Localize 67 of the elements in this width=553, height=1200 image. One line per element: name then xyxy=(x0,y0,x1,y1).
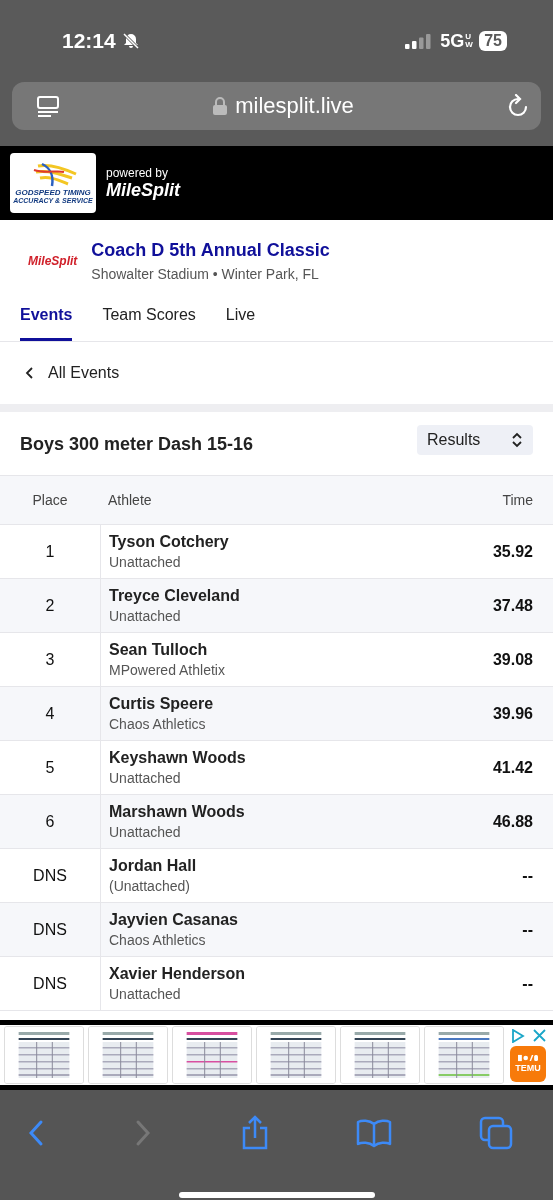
place-cell: 6 xyxy=(0,795,101,848)
place-cell: 4 xyxy=(0,687,101,740)
view-select[interactable]: Results xyxy=(417,424,533,455)
tab[interactable]: Team Scores xyxy=(102,296,196,341)
team-name: Unattached xyxy=(109,608,182,624)
column-header: Athlete xyxy=(107,492,153,508)
reader-icon[interactable] xyxy=(36,94,60,118)
meet-location: Showalter Stadium • Winter Park, FL xyxy=(91,266,320,282)
place-cell: 1 xyxy=(0,525,101,578)
battery-indicator: 75 xyxy=(479,31,507,51)
sponsor-name: GODSPEED TIMING xyxy=(15,188,91,197)
athlete-name[interactable]: Sean Tulloch xyxy=(109,641,453,659)
time-cell-text: 39.08 xyxy=(491,649,534,670)
place-cell: DNS xyxy=(0,957,101,1010)
brand-logo: MileSplit xyxy=(106,179,180,201)
reload-icon[interactable] xyxy=(507,94,529,118)
time-cell-text: -- xyxy=(521,973,534,994)
signal-icon xyxy=(405,33,433,49)
column-header: Place xyxy=(31,492,69,508)
time-cell-text: 35.92 xyxy=(491,541,534,562)
team-name: Chaos Athletics xyxy=(109,932,207,948)
place-cell: 2 xyxy=(0,579,101,632)
bell-slash-icon xyxy=(121,32,140,50)
place-cell: 3 xyxy=(0,633,101,686)
team-name: (Unattached) xyxy=(109,878,191,894)
athlete-name[interactable]: Marshawn Woods xyxy=(109,803,453,821)
book-icon[interactable] xyxy=(356,1118,393,1148)
address-bar[interactable]: milesplit.live xyxy=(12,82,541,130)
advertiser-name: TEMU xyxy=(515,1063,541,1073)
ad-choices-icon[interactable] xyxy=(510,1028,525,1043)
time-cell-text: 37.48 xyxy=(491,595,534,616)
time-cell-text: 46.88 xyxy=(491,811,534,832)
url-text: milesplit.live xyxy=(235,93,354,119)
athlete-name[interactable]: Xavier Henderson xyxy=(109,965,453,983)
time-cell-text: 41.42 xyxy=(491,757,534,778)
tabs-icon[interactable] xyxy=(479,1116,513,1150)
team-name: Unattached xyxy=(109,986,182,1002)
athlete-name[interactable]: Jordan Hall xyxy=(109,857,453,875)
place-cell: 5 xyxy=(0,741,101,794)
chevron-left-icon[interactable] xyxy=(24,366,34,380)
time-cell-text: 39.96 xyxy=(491,703,534,724)
powered-by-text: powered by xyxy=(106,165,170,180)
team-name: MPowered Athletix xyxy=(109,662,226,678)
lock-icon xyxy=(213,97,228,115)
time-cell-text: -- xyxy=(521,919,534,940)
event-title: Boys 300 meter Dash 15-16 xyxy=(20,434,254,455)
team-name: Unattached xyxy=(109,770,182,786)
athlete-name[interactable]: Jayvien Casanas xyxy=(109,911,453,929)
meet-title[interactable]: Coach D 5th Annual Classic xyxy=(91,240,330,261)
tab[interactable]: Live xyxy=(225,296,256,341)
athlete-name[interactable]: Tyson Cotchery xyxy=(109,533,453,551)
place-cell: DNS xyxy=(0,903,101,956)
updown-icon xyxy=(511,431,523,448)
athlete-name[interactable]: Treyce Cleveland xyxy=(109,587,453,605)
athlete-name[interactable]: Curtis Speere xyxy=(109,695,453,713)
close-icon[interactable] xyxy=(532,1028,546,1042)
meet-logo: MileSplit xyxy=(28,254,78,268)
tab[interactable]: Events xyxy=(20,296,73,341)
team-name: Unattached xyxy=(109,554,182,570)
clock-time: 12:14 xyxy=(62,29,116,53)
place-cell: DNS xyxy=(0,849,101,902)
team-name: Unattached xyxy=(109,824,182,840)
back-link[interactable]: All Events xyxy=(48,364,120,382)
athlete-name[interactable]: Keyshawn Woods xyxy=(109,749,453,767)
time-cell-text: -- xyxy=(521,865,534,886)
column-header: Time xyxy=(501,492,534,508)
team-name: Chaos Athletics xyxy=(109,716,207,732)
